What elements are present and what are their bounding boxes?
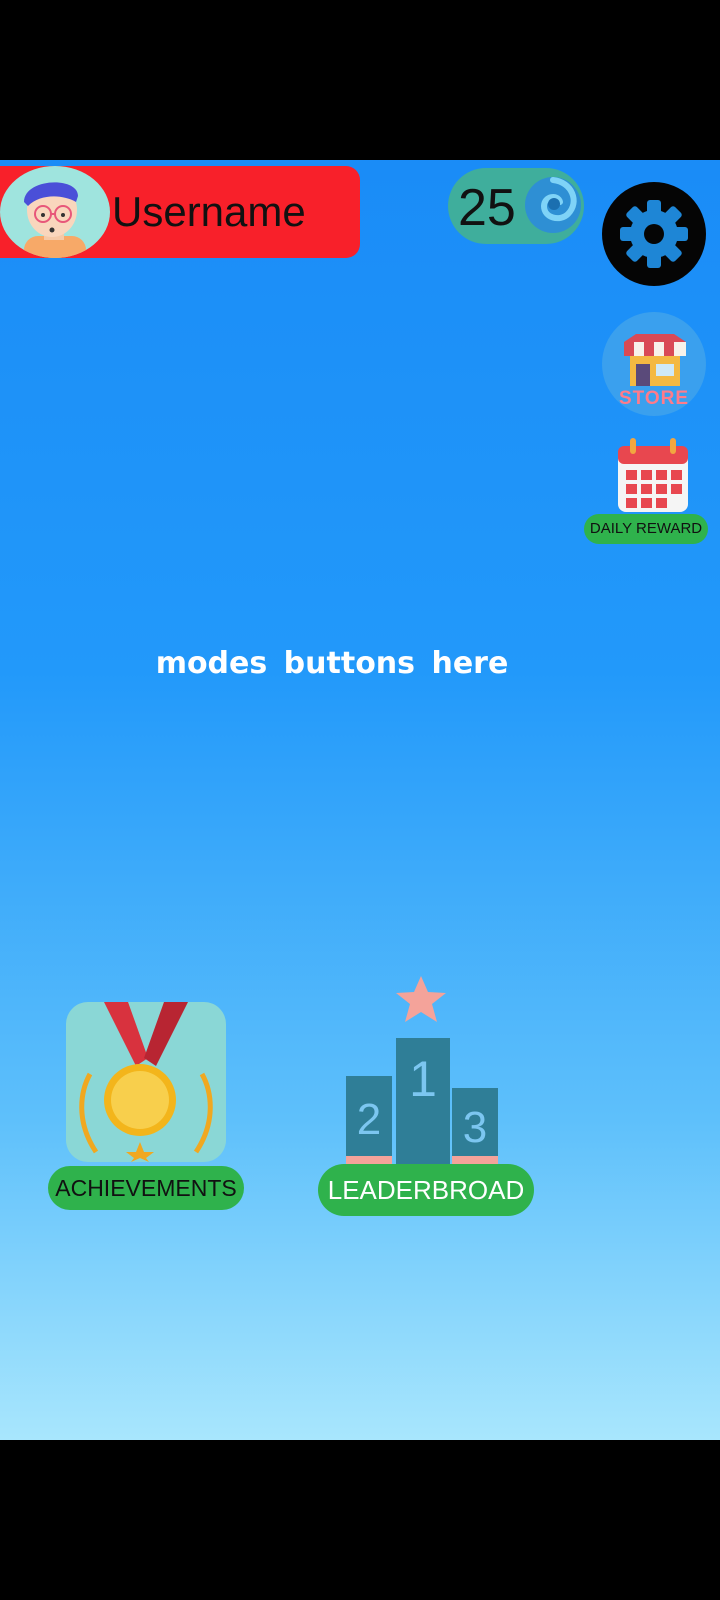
coin-value: 25 bbox=[458, 179, 516, 237]
store-button[interactable]: STORE bbox=[602, 312, 706, 416]
podium-icon[interactable]: 1 2 3 bbox=[340, 976, 506, 1166]
avatar[interactable] bbox=[0, 166, 110, 258]
gear-icon bbox=[620, 200, 688, 268]
achievements-card[interactable] bbox=[66, 1002, 226, 1162]
podium-first-place: 1 bbox=[409, 1051, 437, 1107]
daily-reward-button[interactable]: DAILY REWARD bbox=[584, 514, 708, 544]
store-icon bbox=[624, 334, 686, 386]
game-screen: Username 25 STORE DAILY REWARD modes but… bbox=[0, 160, 720, 1440]
modes-placeholder-text: modes buttons here bbox=[155, 646, 509, 681]
leaderboard-button[interactable]: LEADERBROAD bbox=[318, 1164, 534, 1216]
coin-counter[interactable]: 25 bbox=[448, 168, 584, 244]
settings-button[interactable] bbox=[602, 182, 706, 286]
podium-second-place: 2 bbox=[357, 1095, 381, 1144]
calendar-icon[interactable] bbox=[612, 436, 694, 516]
username-label: Username bbox=[112, 188, 306, 235]
store-label: STORE bbox=[618, 388, 690, 409]
podium-third-place: 3 bbox=[463, 1103, 487, 1152]
achievements-button[interactable]: ACHIEVEMENTS bbox=[48, 1166, 244, 1210]
medal-icon bbox=[79, 1002, 213, 1162]
coin-swirl-icon bbox=[525, 177, 581, 233]
